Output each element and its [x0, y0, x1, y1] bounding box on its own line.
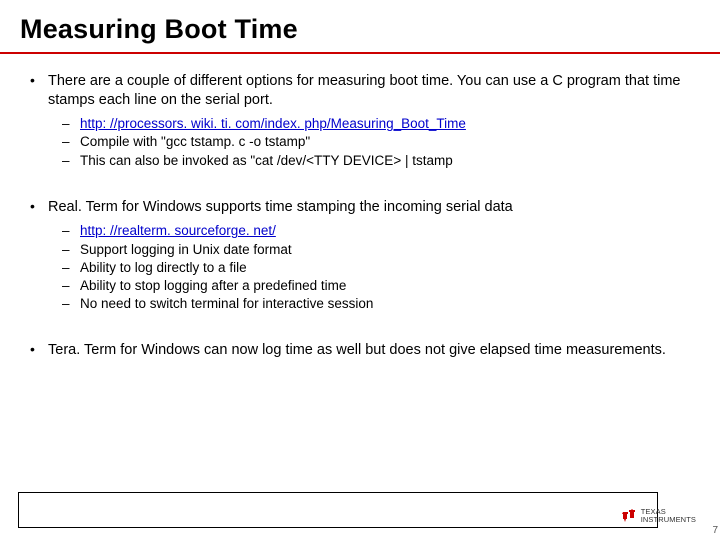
slide-title: Measuring Boot Time	[20, 14, 298, 45]
sub-item: http: //processors. wiki. ti. com/index.…	[62, 115, 690, 133]
sub-item: Support logging in Unix date format	[62, 241, 690, 259]
bullet-text: There are a couple of different options …	[48, 73, 680, 108]
sub-item: Compile with "gcc tstamp. c -o tstamp"	[62, 133, 690, 151]
bullet-text: Real. Term for Windows supports time sta…	[48, 199, 513, 215]
sub-text: Ability to log directly to a file	[80, 260, 247, 275]
sub-list: http: //realterm. sourceforge. net/ Supp…	[48, 222, 690, 313]
sub-text: Support logging in Unix date format	[80, 242, 292, 257]
sub-item: No need to switch terminal for interacti…	[62, 295, 690, 313]
bullet-item: Real. Term for Windows supports time sta…	[30, 198, 690, 314]
sub-text: No need to switch terminal for interacti…	[80, 296, 373, 311]
slide: Measuring Boot Time There are a couple o…	[0, 0, 720, 540]
sub-text: Ability to stop logging after a predefin…	[80, 278, 346, 293]
bullet-item: Tera. Term for Windows can now log time …	[30, 341, 690, 360]
sub-item: This can also be invoked as "cat /dev/<T…	[62, 152, 690, 170]
ti-logo-icon	[621, 508, 637, 524]
logo-line2: INSTRUMENTS	[641, 515, 696, 524]
sub-text: This can also be invoked as "cat /dev/<T…	[80, 153, 453, 168]
ti-logo-text: TEXAS INSTRUMENTS	[641, 508, 696, 524]
link-text[interactable]: http: //realterm. sourceforge. net/	[80, 223, 276, 238]
title-underline	[0, 52, 720, 54]
slide-body: There are a couple of different options …	[30, 72, 690, 388]
ti-logo: TEXAS INSTRUMENTS	[621, 508, 696, 524]
sub-list: http: //processors. wiki. ti. com/index.…	[48, 115, 690, 170]
page-number: 7	[712, 525, 718, 536]
sub-item: http: //realterm. sourceforge. net/	[62, 222, 690, 240]
bullet-text: Tera. Term for Windows can now log time …	[48, 342, 666, 358]
bullet-item: There are a couple of different options …	[30, 72, 690, 170]
sub-item: Ability to log directly to a file	[62, 259, 690, 277]
sub-text: Compile with "gcc tstamp. c -o tstamp"	[80, 134, 310, 149]
footer-box	[18, 492, 658, 528]
sub-item: Ability to stop logging after a predefin…	[62, 277, 690, 295]
link-text[interactable]: http: //processors. wiki. ti. com/index.…	[80, 116, 466, 131]
bullet-list: There are a couple of different options …	[30, 72, 690, 360]
